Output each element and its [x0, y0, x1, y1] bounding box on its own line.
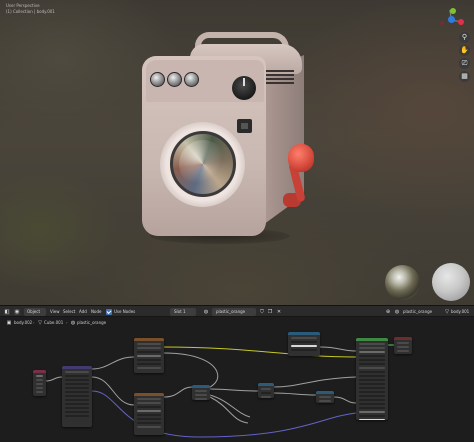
unlink-close-icon[interactable]: ✕: [276, 309, 282, 315]
machine-vent: [266, 82, 294, 84]
menu-node[interactable]: Node: [91, 309, 101, 315]
machine-vent: [266, 74, 294, 76]
breadcrumb: ▣ body.002 › ▽ Cube.001 › ◍ plastic_oran…: [6, 320, 107, 326]
material-small-icon[interactable]: ◍: [394, 309, 400, 315]
node-link: [163, 386, 193, 398]
node-link: [209, 394, 251, 418]
node-mapping[interactable]: [62, 366, 92, 427]
gizmo-y-axis-icon[interactable]: [450, 8, 456, 14]
pin-icon[interactable]: ⊕: [385, 309, 391, 315]
hdri-chrome-sphere: [385, 265, 420, 300]
3d-viewport[interactable]: User Perspective (1) Collection | body.0…: [0, 0, 474, 305]
machine-knob-1[interactable]: [150, 72, 165, 87]
machine-door-glass[interactable]: [170, 131, 236, 197]
use-nodes-checkbox[interactable]: [106, 309, 112, 315]
material-name: plastic_orange: [216, 309, 246, 314]
node-link: [273, 392, 317, 396]
breadcrumb-material[interactable]: plastic_orange: [77, 320, 106, 326]
machine-dial[interactable]: [232, 76, 256, 100]
node-texture-coordinate[interactable]: [33, 370, 46, 396]
breadcrumb-mesh[interactable]: Cube.001: [44, 320, 63, 326]
slot-label: Slot 1: [174, 309, 186, 314]
node-link: [319, 346, 357, 352]
node-invert[interactable]: [316, 391, 334, 403]
machine-vent: [266, 78, 294, 80]
node-link: [209, 396, 249, 424]
mesh-icon: ▽: [38, 320, 42, 326]
viewport-mode-label: User Perspective: [6, 3, 40, 8]
node-image-texture-2[interactable]: [134, 393, 164, 435]
breadcrumb-object[interactable]: body.002: [14, 320, 32, 326]
node-link: [91, 356, 135, 370]
hand-icon[interactable]: ✋: [459, 45, 470, 56]
use-nodes-label: Use Nodes: [114, 309, 136, 314]
machine-button[interactable]: [237, 119, 252, 133]
gizmo-z-axis-icon[interactable]: [448, 16, 455, 23]
menu-view[interactable]: View: [50, 309, 60, 315]
gizmo-neg-x-icon[interactable]: [440, 21, 444, 25]
node-link: [273, 376, 357, 388]
object-name: body.001: [451, 309, 470, 314]
node-color-ramp[interactable]: [288, 332, 320, 356]
fake-user-shield-icon[interactable]: ⛉: [259, 309, 265, 315]
node-link: [45, 376, 63, 382]
material-sphere-icon[interactable]: ◍: [203, 309, 209, 315]
viewport-collection-label: (1) Collection | body.001: [6, 9, 55, 14]
shader-type-icon[interactable]: ◉: [14, 309, 20, 315]
material-icon: ◍: [70, 320, 76, 326]
machine-knob-2[interactable]: [167, 72, 182, 87]
object-icon: ▣: [6, 320, 12, 326]
node-canvas[interactable]: ▣ body.002 › ▽ Cube.001 › ◍ plastic_oran…: [0, 317, 474, 442]
menu-add[interactable]: Add: [79, 309, 87, 315]
node-material-output[interactable]: [394, 337, 412, 354]
node-link: [333, 396, 357, 404]
zoom-icon[interactable]: ⚲: [459, 32, 470, 43]
node-separate-rgb[interactable]: [192, 385, 210, 400]
duplicate-icon[interactable]: ❐: [267, 309, 273, 315]
editor-type-icon[interactable]: ◧: [4, 309, 10, 315]
grid-icon[interactable]: ▦: [459, 71, 470, 82]
hdri-diffuse-sphere: [432, 263, 470, 301]
node-image-texture-1[interactable]: [134, 338, 164, 373]
node-link: [209, 388, 259, 392]
machine-knob-3[interactable]: [184, 72, 199, 87]
menu-select[interactable]: Select: [63, 309, 75, 315]
crank-knob[interactable]: [288, 144, 314, 172]
node-editor-header: ◧ ◉ Object View Select Add Node Use Node…: [0, 305, 474, 317]
object-mode-label: Object: [27, 309, 41, 314]
machine-vent: [266, 70, 294, 72]
node-link: [163, 346, 357, 358]
gizmo-x-axis-icon[interactable]: [458, 19, 464, 25]
node-principled-bsdf[interactable]: [356, 338, 388, 420]
node-math[interactable]: [258, 383, 274, 398]
node-link: [91, 376, 135, 406]
mesh-triangle-icon: ▽: [445, 309, 449, 315]
material-name-right: plastic_orange: [403, 309, 433, 314]
camera-icon[interactable]: ⎚: [459, 58, 470, 69]
